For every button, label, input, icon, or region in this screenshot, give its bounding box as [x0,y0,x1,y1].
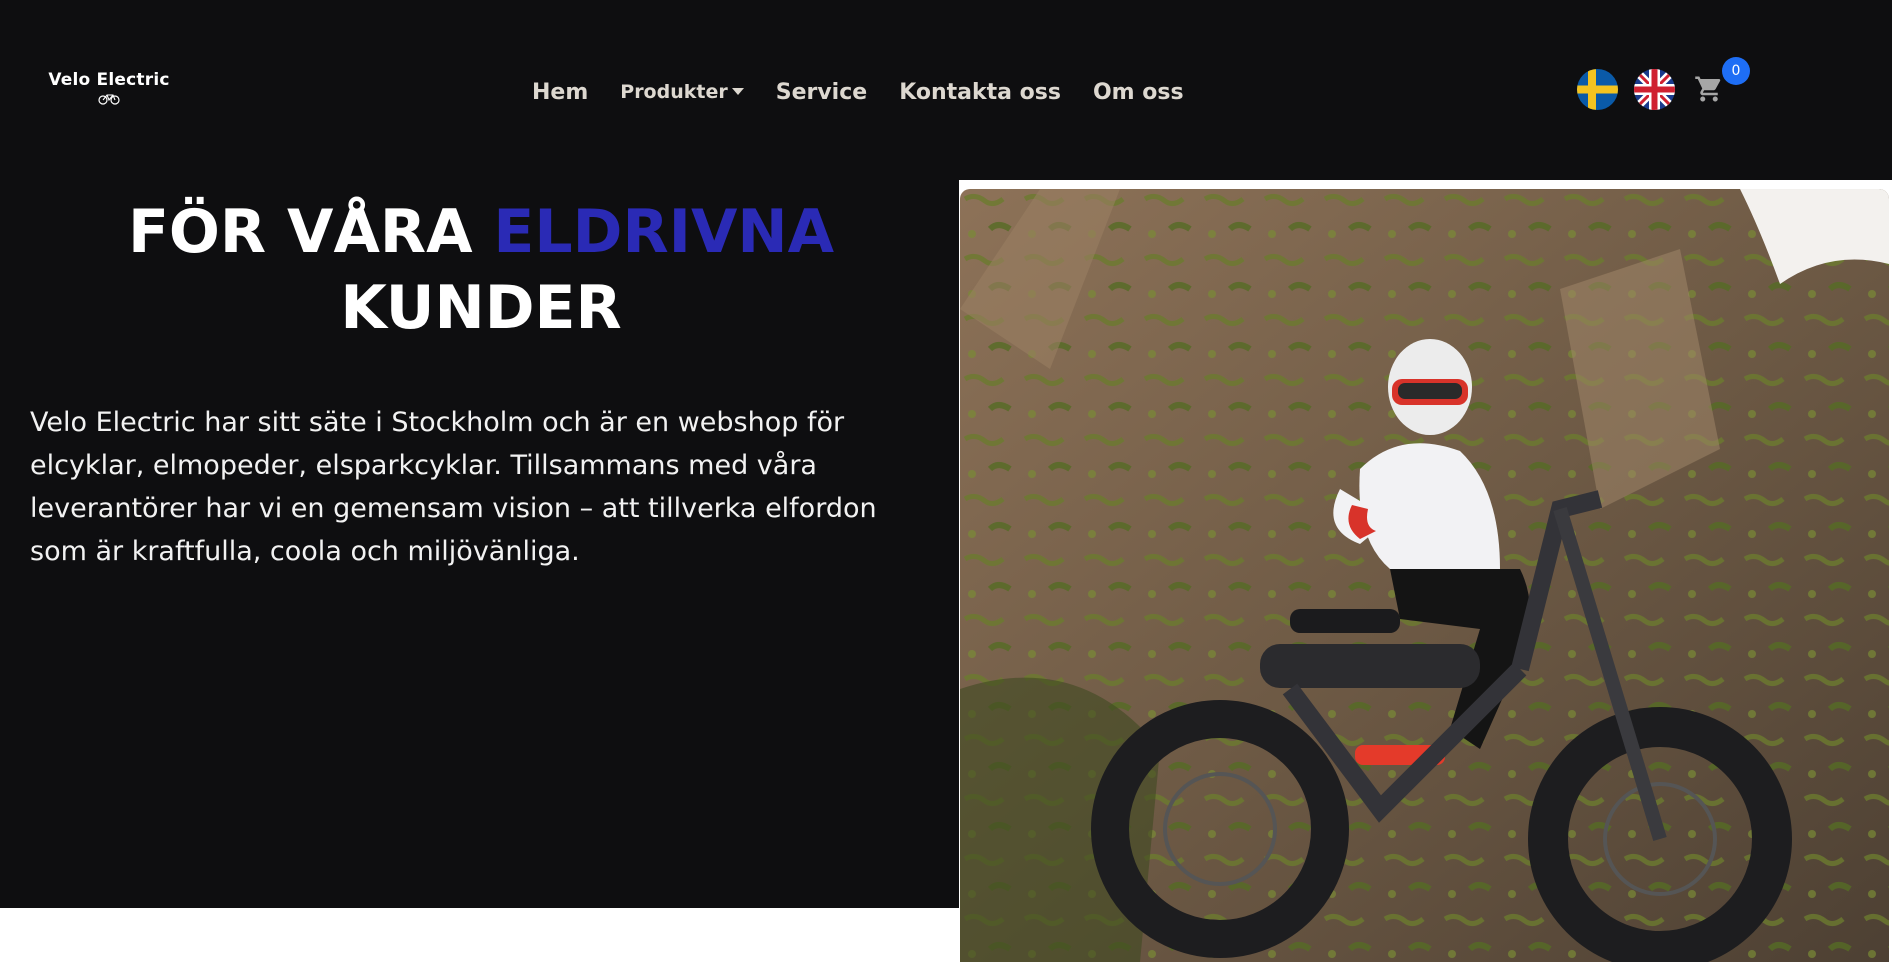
hero-description: Velo Electric har sitt säte i Stockholm … [30,407,877,567]
page-background-strip [0,908,959,962]
nav-item-om-oss[interactable]: Om oss [1093,80,1184,105]
hero-title-accent: ELDRIVNA [493,197,835,267]
shopping-cart-icon[interactable] [1694,74,1724,104]
swedish-flag-icon[interactable] [1577,69,1618,110]
nav-item-kontakta-oss[interactable]: Kontakta oss [899,80,1061,105]
nav-item-produkter[interactable]: Produkter [620,81,744,103]
bike-logo-icon [98,94,120,105]
rider-photo-illustration [960,189,1889,962]
brand-name: Velo Electric [48,70,170,90]
uk-flag-icon[interactable] [1634,69,1675,110]
hero-title-part1: FÖR VÅRA [127,197,494,267]
main-nav: Hem Produkter Service Kontakta oss Om os… [532,72,1216,112]
chevron-down-icon [731,87,744,95]
nav-item-produkter-label: Produkter [620,81,728,103]
nav-item-hem[interactable]: Hem [532,80,588,105]
brand-logo[interactable]: Velo Electric [46,70,172,112]
hero-image [960,189,1889,962]
hero-title: FÖR VÅRA ELDRIVNA KUNDER [0,194,962,346]
cart-count-badge: 0 [1722,57,1750,85]
site-header: Velo Electric Hem Produkter Service Kont… [0,0,1892,180]
hero-title-part2: KUNDER [340,273,622,343]
nav-item-service[interactable]: Service [776,80,867,105]
